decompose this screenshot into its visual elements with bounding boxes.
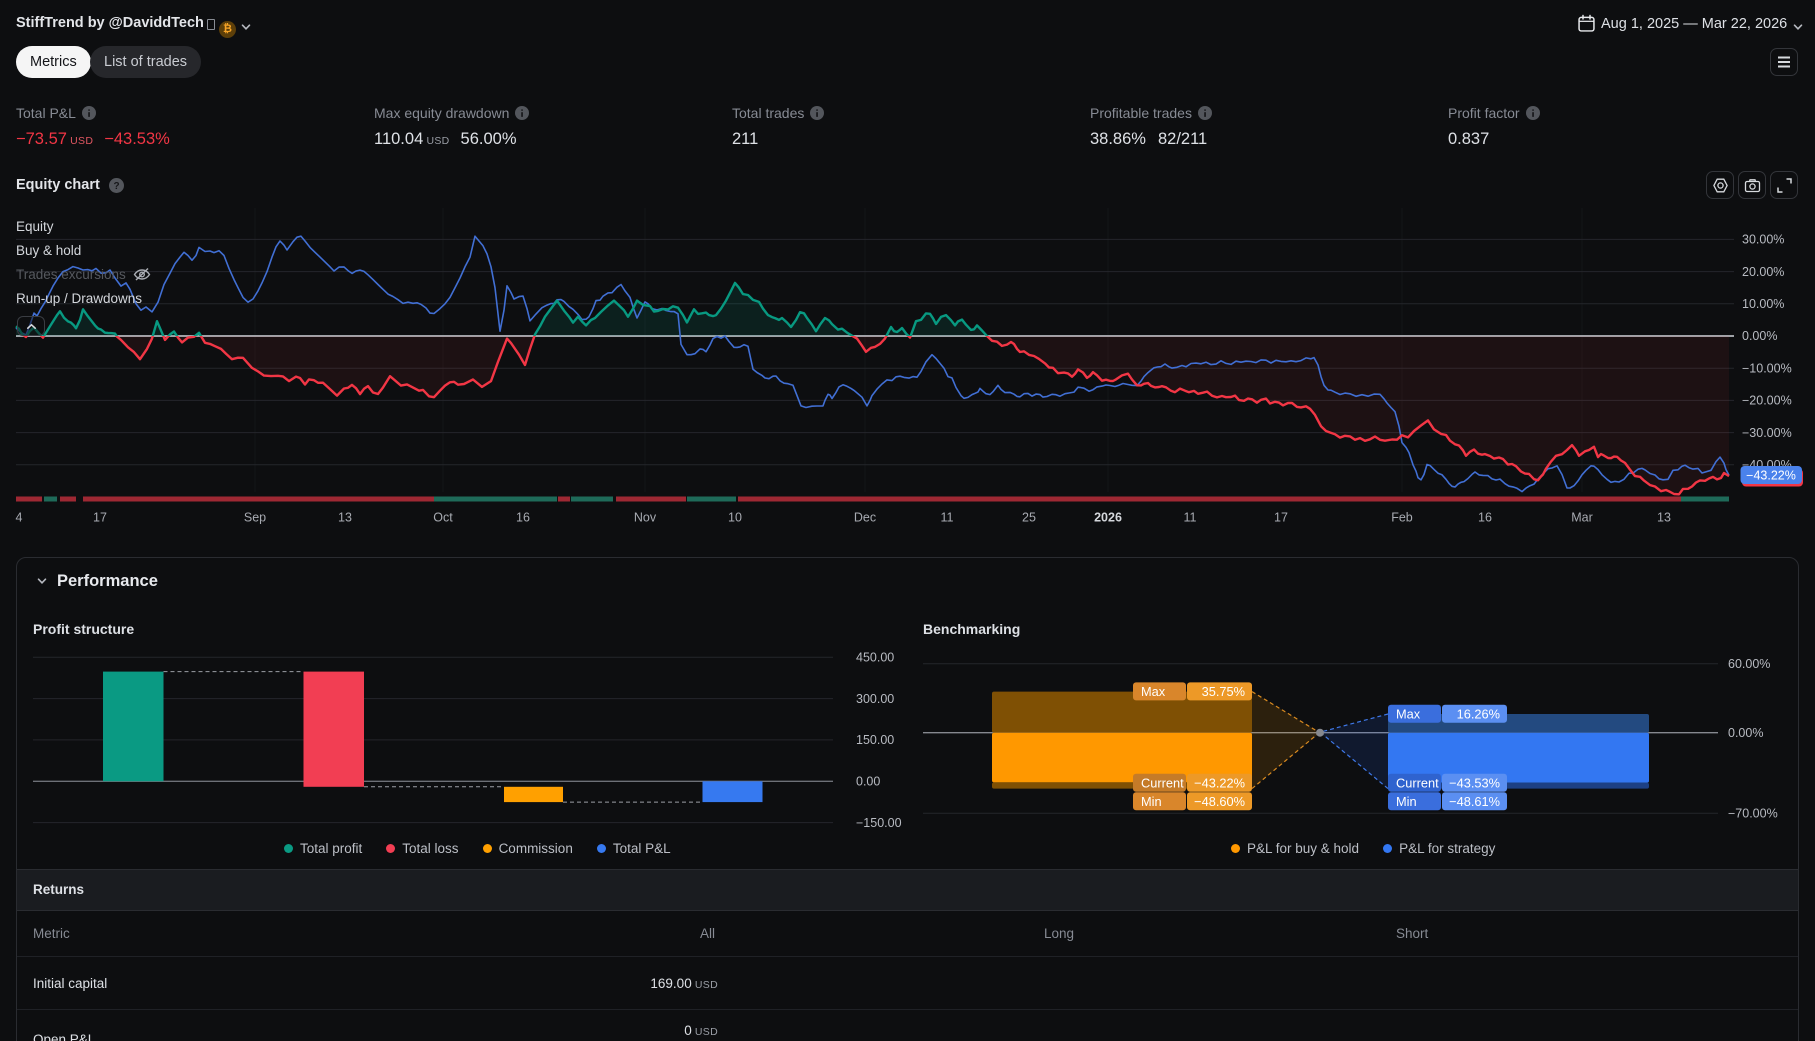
svg-text:25: 25 — [1022, 511, 1036, 525]
svg-text:17: 17 — [1274, 511, 1288, 525]
svg-text:Oct: Oct — [433, 511, 453, 525]
svg-text:Max: Max — [1141, 684, 1166, 699]
svg-text:0.00%: 0.00% — [1742, 329, 1777, 343]
svg-text:Nov: Nov — [634, 511, 657, 525]
svg-text:16.26%: 16.26% — [1457, 706, 1500, 721]
svg-text:10: 10 — [728, 511, 742, 525]
svg-text:35.75%: 35.75% — [1202, 684, 1245, 699]
svg-text:0.00%: 0.00% — [1728, 726, 1763, 740]
svg-text:−20.00%: −20.00% — [1742, 394, 1792, 408]
svg-text:Min: Min — [1396, 794, 1417, 809]
svg-text:16: 16 — [1478, 511, 1492, 525]
svg-text:Max: Max — [1396, 706, 1421, 721]
svg-text:2026: 2026 — [1094, 511, 1122, 525]
svg-text:Dec: Dec — [854, 511, 876, 525]
svg-text:17: 17 — [93, 511, 107, 525]
svg-text:−70.00%: −70.00% — [1728, 806, 1778, 820]
svg-text:?: ? — [113, 181, 119, 192]
svg-text:11: 11 — [941, 511, 954, 525]
svg-text:Sep: Sep — [244, 511, 266, 525]
svg-text:16: 16 — [516, 511, 530, 525]
svg-text:−48.60%: −48.60% — [1194, 794, 1245, 809]
svg-text:11: 11 — [1184, 511, 1197, 525]
svg-text:10.00%: 10.00% — [1742, 297, 1784, 311]
svg-text:13: 13 — [338, 511, 352, 525]
svg-text:Min: Min — [1141, 794, 1162, 809]
svg-text:4: 4 — [16, 511, 23, 525]
svg-text:13: 13 — [1657, 511, 1671, 525]
svg-text:−48.61%: −48.61% — [1449, 794, 1500, 809]
svg-text:Feb: Feb — [1391, 511, 1413, 525]
svg-text:−43.53%: −43.53% — [1449, 775, 1500, 790]
svg-text:−43.22%: −43.22% — [1194, 775, 1245, 790]
svg-text:60.00%: 60.00% — [1728, 657, 1770, 671]
svg-text:−10.00%: −10.00% — [1742, 361, 1792, 375]
svg-text:−30.00%: −30.00% — [1742, 426, 1792, 440]
svg-text:20.00%: 20.00% — [1742, 265, 1784, 279]
svg-text:30.00%: 30.00% — [1742, 233, 1784, 247]
svg-text:Current: Current — [1141, 775, 1184, 790]
svg-text:Current: Current — [1396, 775, 1439, 790]
svg-text:Mar: Mar — [1571, 511, 1593, 525]
svg-text:−43.22%: −43.22% — [1746, 469, 1796, 483]
